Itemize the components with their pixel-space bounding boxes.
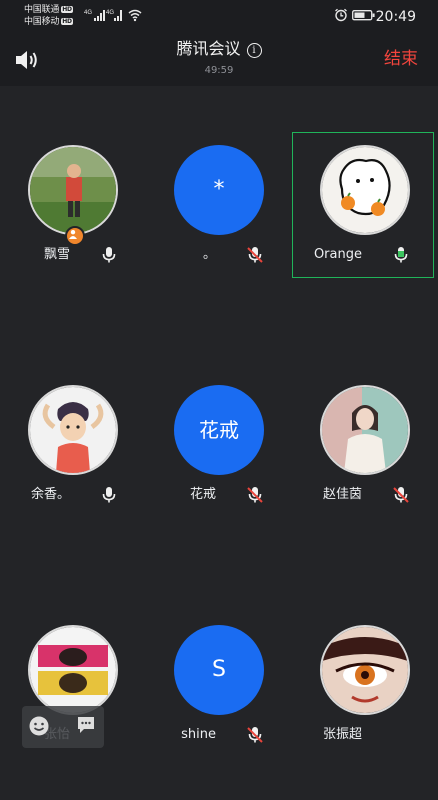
meeting-screen: 中国联通 HD 中国移动 HD 4G 4G 20:49 腾讯会议 i 49:59… xyxy=(0,0,438,800)
participant-tile-active-speaker[interactable]: Orange xyxy=(292,130,438,290)
participant-name-row: shine xyxy=(146,725,292,745)
participant-name: 余香。 xyxy=(30,487,70,502)
emoji-icon[interactable] xyxy=(28,715,50,737)
participant-name-row: 张振超 xyxy=(292,725,438,745)
participant-tile[interactable]: * 。 xyxy=(146,130,292,290)
avatar xyxy=(28,385,118,475)
participant-tile[interactable]: S shine xyxy=(146,610,292,770)
network-2-label: 4G xyxy=(106,10,114,16)
hd-badge: HD xyxy=(61,6,73,13)
mic-icon xyxy=(102,247,116,263)
avatar: * xyxy=(174,145,264,235)
chat-icon[interactable] xyxy=(76,715,96,735)
avatar xyxy=(28,625,118,715)
avatar: S xyxy=(174,625,264,715)
participant-name: 飘雪 xyxy=(43,247,70,262)
participant-name-row: 余香。 xyxy=(0,485,146,505)
participant-name: 花戒 xyxy=(189,487,216,502)
meeting-header: 腾讯会议 i 49:59 结束 xyxy=(0,34,438,86)
avatar-initial: * xyxy=(213,177,225,202)
avatar-girl-illustration xyxy=(322,387,408,473)
avatar-initial: S xyxy=(212,657,226,682)
participant-name: 张振超 xyxy=(322,727,362,742)
carrier-2: 中国移动 HD xyxy=(24,18,73,27)
participant-name: 。 xyxy=(202,247,216,262)
host-badge-icon xyxy=(65,226,85,246)
avatar-collage xyxy=(30,627,116,713)
participant-tile[interactable]: 飘雪 xyxy=(0,130,146,290)
avatar xyxy=(28,145,118,235)
alarm-icon xyxy=(335,8,347,22)
participant-tile[interactable]: 花戒 花戒 xyxy=(146,370,292,530)
meeting-timer: 49:59 xyxy=(204,65,234,76)
participant-name-row: 花戒 xyxy=(146,485,292,505)
info-icon[interactable]: i xyxy=(246,43,262,58)
clock: 20:49 xyxy=(375,9,416,25)
network-1-label: 4G xyxy=(84,10,92,16)
carrier-2-label: 中国移动 xyxy=(24,17,60,27)
participant-name-row: 飘雪 xyxy=(0,245,146,265)
avatar-initial: 花戒 xyxy=(199,418,239,442)
battery-icon xyxy=(352,10,375,21)
participant-name-row: Orange xyxy=(292,245,438,265)
hd-badge: HD xyxy=(61,18,73,25)
avatar: 花戒 xyxy=(174,385,264,475)
status-bar: 中国联通 HD 中国移动 HD 4G 4G 20:49 xyxy=(0,0,438,34)
meeting-title[interactable]: 腾讯会议 i xyxy=(0,39,438,59)
mic-muted-icon xyxy=(247,727,263,743)
mic-muted-icon xyxy=(247,487,263,503)
avatar xyxy=(320,145,410,235)
participant-tile[interactable]: 余香。 xyxy=(0,370,146,530)
wifi-icon xyxy=(128,9,142,22)
participant-name: Orange xyxy=(313,247,362,262)
mic-icon xyxy=(102,487,116,503)
participant-tile[interactable]: 赵佳茵 xyxy=(292,370,438,530)
signal-icon: 4G 4G xyxy=(84,10,122,21)
participant-name: 赵佳茵 xyxy=(322,487,362,502)
meeting-title-text: 腾讯会议 xyxy=(176,39,241,58)
avatar-anime-eye xyxy=(322,627,408,713)
carrier-1-label: 中国联通 xyxy=(24,5,60,15)
mic-speaking-icon xyxy=(394,247,408,263)
avatar xyxy=(320,385,410,475)
participant-tile[interactable]: 张振超 xyxy=(292,610,438,770)
avatar-anime-boy xyxy=(30,387,116,473)
carrier-1: 中国联通 HD xyxy=(24,6,73,15)
mic-muted-icon xyxy=(247,247,263,263)
end-meeting-button[interactable]: 结束 xyxy=(384,48,418,70)
avatar xyxy=(320,625,410,715)
participant-name-row: 赵佳茵 xyxy=(292,485,438,505)
participant-name-row: 。 xyxy=(146,245,292,265)
avatar-bear-illustration xyxy=(322,147,408,233)
mic-muted-icon xyxy=(393,487,409,503)
avatar-photo-child xyxy=(30,147,116,233)
participant-name: shine xyxy=(181,727,216,742)
